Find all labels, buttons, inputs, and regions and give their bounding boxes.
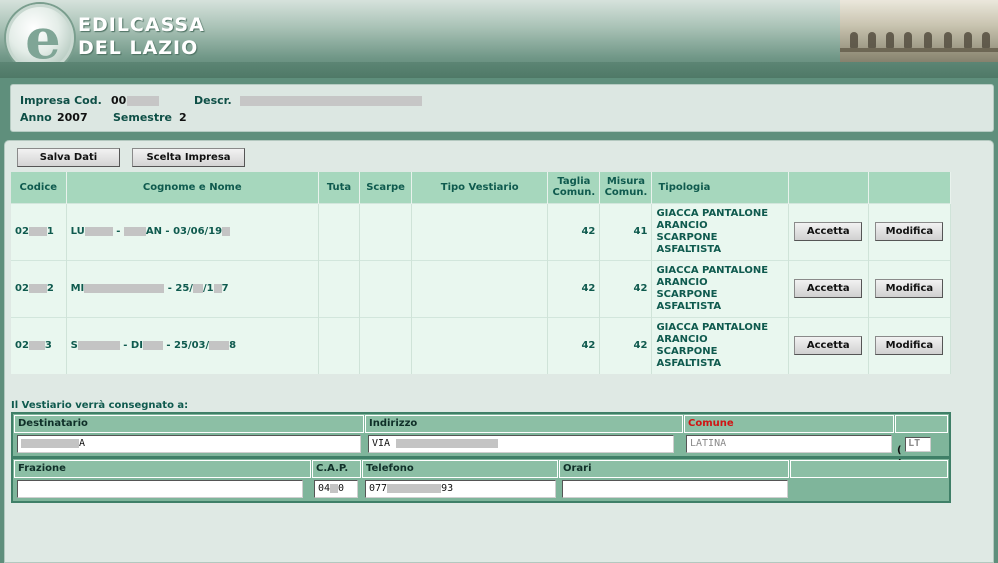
table-row: 02 1 LU - AN - 03/06/19 42 41 GIACCA PANT… [11, 202, 952, 260]
modify-button[interactable]: Modifica [875, 336, 944, 356]
row-name: MI - 25//1 7 [66, 259, 319, 317]
empty-header [790, 460, 948, 478]
row-misura: 41 [599, 202, 653, 260]
header-banner: e EDILCASSA DEL LAZIO [0, 0, 998, 78]
col-taglia: Taglia Comun. [547, 172, 601, 203]
row-scarpe [359, 259, 413, 317]
prov-header [895, 415, 948, 433]
accept-button[interactable]: Accetta [794, 222, 863, 241]
logo-letter: e [25, 6, 61, 72]
semestre-label: Semestre [113, 111, 172, 124]
frazione-label: Frazione [14, 460, 311, 478]
descr-label: Descr. [194, 94, 232, 107]
destinatario-label: Destinatario [14, 415, 364, 433]
modify-button[interactable]: Modifica [875, 222, 944, 241]
row-misura: 42 [599, 316, 653, 374]
telefono-input[interactable]: 077 93 [365, 480, 556, 498]
indirizzo-label: Indirizzo [365, 415, 683, 433]
table-row: 02 3 S - DI - 25/03/8 42 42 GIACCA PANTAL… [11, 316, 952, 374]
row-name: LU - AN - 03/06/19 [66, 202, 319, 260]
row-scarpe [359, 202, 413, 260]
row-tipo-vestiario [411, 316, 549, 374]
row-code: 02 3 [11, 316, 67, 374]
row-code: 02 1 [11, 202, 67, 260]
orari-label: Orari [559, 460, 789, 478]
col-tipo-vestiario: Tipo Vestiario [411, 172, 549, 203]
workers-photo [840, 0, 998, 62]
col-scarpe: Scarpe [359, 172, 413, 203]
row-name: S - DI - 25/03/8 [66, 316, 319, 374]
cap-label: C.A.P. [312, 460, 361, 478]
accept-button[interactable]: Accetta [794, 279, 863, 298]
choose-company-button[interactable]: Scelta Impresa [132, 148, 245, 167]
comune-input[interactable]: LATINA [686, 435, 892, 453]
row-code: 02 2 [11, 259, 67, 317]
save-button[interactable]: Salva Dati [17, 148, 120, 167]
row-taglia: 42 [547, 202, 601, 260]
brand-line-2: DEL LAZIO [78, 37, 199, 59]
destinatario-input[interactable]: A [17, 435, 361, 453]
cap-input[interactable]: 04 0 [314, 480, 358, 498]
telefono-label: Telefono [362, 460, 558, 478]
row-tipologia: GIACCA PANTALONE ARANCIO SCARPONE ASFALTIST… [651, 202, 789, 260]
workers-table: Codice Cognome e Nome Tuta Scarpe Tipo V… [11, 172, 952, 374]
company-info-panel: Impresa Cod. 00 Descr. Anno 2007 Semestr… [10, 84, 994, 132]
delivery-title: Il Vestiario verrà consegnato a: [11, 400, 189, 411]
anno-value: 2007 [57, 111, 88, 124]
col-tipologia: Tipologia [651, 172, 789, 203]
row-taglia: 42 [547, 316, 601, 374]
row-tuta [318, 259, 361, 317]
table-row: 02 2 MI - 25//1 7 42 42 GIACCA PANTALONE AR… [11, 259, 952, 317]
anno-label: Anno [20, 111, 52, 124]
indirizzo-input[interactable]: VIA [368, 435, 674, 453]
col-codice: Codice [11, 172, 67, 203]
brand-line-1: EDILCASSA [78, 14, 205, 36]
semestre-value: 2 [179, 111, 187, 124]
col-misura: Misura Comun. [599, 172, 653, 203]
col-tuta: Tuta [318, 172, 361, 203]
row-tipologia: GIACCA PANTALONE ARANCIO SCARPONE ASFALTIST… [651, 316, 789, 374]
row-tipologia: GIACCA PANTALONE ARANCIO SCARPONE ASFALTIST… [651, 259, 789, 317]
row-tipo-vestiario [411, 202, 549, 260]
impresa-label: Impresa Cod. [20, 94, 102, 107]
row-tuta [318, 202, 361, 260]
row-tipo-vestiario [411, 259, 549, 317]
row-taglia: 42 [547, 259, 601, 317]
impresa-value: 00 [111, 94, 127, 107]
frazione-input[interactable] [17, 480, 303, 498]
prov-field: ( LT ) [897, 435, 933, 467]
form-separator [13, 456, 949, 459]
redacted-code [127, 96, 159, 106]
comune-label: Comune [684, 415, 894, 433]
redacted-description [240, 96, 422, 106]
modify-button[interactable]: Modifica [875, 279, 944, 298]
col-nome: Cognome e Nome [66, 172, 319, 203]
row-scarpe [359, 316, 413, 374]
delivery-form: Destinatario Indirizzo Comune A VIA LATI… [11, 412, 951, 503]
table-header-row: Codice Cognome e Nome Tuta Scarpe Tipo V… [11, 172, 952, 203]
orari-input[interactable] [562, 480, 788, 498]
accept-button[interactable]: Accetta [794, 336, 863, 356]
col-modify [868, 172, 952, 203]
col-accept [788, 172, 869, 203]
main-panel: Salva Dati Scelta Impresa Codice Cognome… [4, 140, 994, 563]
row-misura: 42 [599, 259, 653, 317]
row-tuta [318, 316, 361, 374]
